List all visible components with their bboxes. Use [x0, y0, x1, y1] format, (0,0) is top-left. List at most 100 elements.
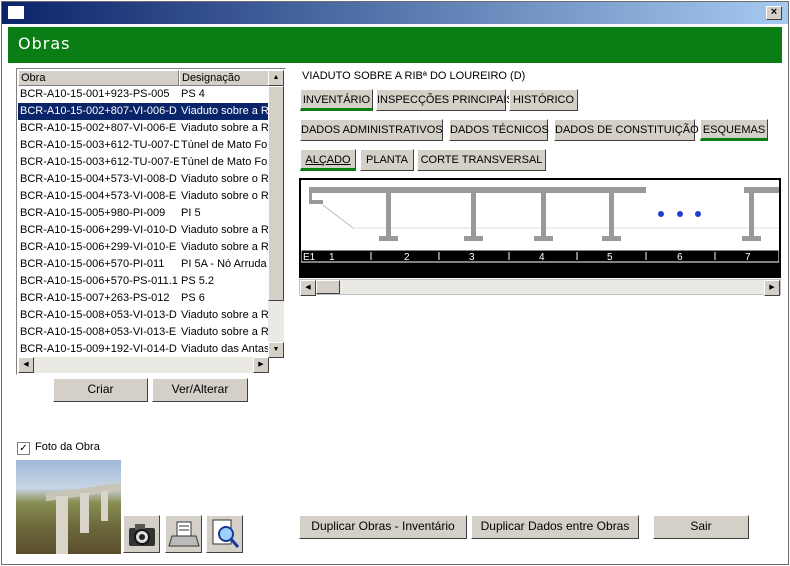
- tab-inspeccoes-principais[interactable]: INSPECÇÕES PRINCIPAIS: [376, 89, 514, 111]
- obras-list[interactable]: Obra Designação BCR-A10-15-001+923-PS-00…: [16, 68, 286, 375]
- list-item-obra: BCR-A10-15-001+923-PS-005: [20, 88, 170, 100]
- foto-checkbox[interactable]: ✓: [17, 442, 30, 455]
- list-item-designacao: PI 5: [181, 207, 201, 219]
- scroll-left-icon[interactable]: ◀: [18, 357, 34, 373]
- list-item-obra: BCR-A10-15-008+053-VI-013-D: [20, 309, 177, 321]
- list-item-obra: BCR-A10-15-002+807-VI-006-E: [20, 122, 177, 134]
- label-span-6: 6: [677, 252, 683, 263]
- scroll-up-icon[interactable]: ▲: [268, 70, 284, 86]
- list-item-designacao: Viaduto das Antas: [181, 343, 269, 355]
- list-item-obra: BCR-A10-15-007+263-PS-012: [20, 292, 170, 304]
- label-span-1: 1: [329, 252, 335, 263]
- page-title: Obras: [18, 34, 71, 53]
- list-item[interactable]: BCR-A10-15-006+570-PS-011.1 PS 5.2: [18, 273, 269, 290]
- duplicar-dados-entre-obras-button[interactable]: Duplicar Dados entre Obras: [471, 515, 639, 539]
- list-item[interactable]: BCR-A10-15-009+192-VI-014-D Viaduto das A…: [18, 341, 269, 358]
- column-header-obra[interactable]: Obra: [18, 70, 179, 86]
- list-item[interactable]: BCR-A10-15-005+980-PI-009 PI 5: [18, 205, 269, 222]
- list-item-designacao: Túnel de Mato Fort: [181, 156, 269, 168]
- scheme-scroll-left-icon[interactable]: ◀: [300, 280, 316, 296]
- list-item-obra: BCR-A10-15-006+299-VI-010-D: [20, 224, 177, 236]
- list-item-designacao: Viaduto sobre o Ri: [181, 190, 269, 202]
- label-span-4: 4: [539, 252, 545, 263]
- list-item-designacao: Viaduto sobre a Ri: [181, 326, 269, 338]
- tab-dados-tecnicos[interactable]: DADOS TÉCNICOS: [449, 119, 549, 141]
- sair-button[interactable]: Sair: [653, 515, 749, 539]
- list-item[interactable]: BCR-A10-15-006+299-VI-010-D Viaduto sobre…: [18, 222, 269, 239]
- obra-title: VIADUTO SOBRE A RIBª DO LOUREIRO (D): [302, 70, 526, 82]
- bridge-elevation-drawing: E1 1 2 3 4 5 6 7: [301, 187, 779, 276]
- list-item-obra: BCR-A10-15-006+570-PI-011: [20, 258, 165, 270]
- list-item-obra: BCR-A10-15-006+570-PS-011.1: [20, 275, 178, 287]
- list-item-designacao: PI 5A - Nó Arruda: [181, 258, 267, 270]
- scheme-horizontal-scrollbar[interactable]: ◀ ▶: [299, 279, 781, 296]
- tab-dados-administrativos[interactable]: DADOS ADMINISTRATIVOS: [300, 119, 443, 141]
- label-span-7: 7: [745, 252, 751, 263]
- tab-corte-transversal[interactable]: CORTE TRANSVERSAL: [417, 149, 546, 171]
- scroll-down-icon[interactable]: ▼: [268, 342, 284, 358]
- list-item[interactable]: BCR-A10-15-004+573-VI-008-E Viaduto sobre…: [18, 188, 269, 205]
- label-span-5: 5: [607, 252, 613, 263]
- tab-dados-de-constituicao[interactable]: DADOS DE CONSTITUIÇÃO: [554, 119, 699, 141]
- list-header: Obra Designação: [18, 70, 269, 86]
- list-item-obra: BCR-A10-15-002+807-VI-006-D: [20, 105, 177, 117]
- magnifier-icon: [212, 519, 240, 548]
- list-item-obra: BCR-A10-15-009+192-VI-014-D: [20, 343, 177, 355]
- list-item-designacao: PS 4: [181, 88, 205, 100]
- column-header-designacao[interactable]: Designação: [179, 70, 269, 86]
- list-item[interactable]: BCR-A10-15-006+570-PI-011 PI 5A - Nó Arru…: [18, 256, 269, 273]
- camera-button[interactable]: [123, 515, 160, 553]
- list-item[interactable]: BCR-A10-15-002+807-VI-006-E Viaduto sobre…: [18, 120, 269, 137]
- preview-button[interactable]: [206, 515, 243, 553]
- scroll-thumb[interactable]: [268, 86, 284, 301]
- title-bar[interactable]: ×: [2, 2, 788, 24]
- list-item[interactable]: BCR-A10-15-001+923-PS-005 PS 4: [18, 86, 269, 103]
- alcado-scheme: E1 1 2 3 4 5 6 7: [299, 178, 781, 278]
- list-item-obra: BCR-A10-15-003+612-TU-007-D: [20, 139, 179, 151]
- criar-button[interactable]: Criar: [53, 378, 148, 402]
- scheme-scroll-right-icon[interactable]: ▶: [764, 280, 780, 296]
- list-item[interactable]: BCR-A10-15-004+573-VI-008-D Viaduto sobre…: [18, 171, 269, 188]
- scroll-right-icon[interactable]: ▶: [253, 357, 269, 373]
- list-item-designacao: Túnel de Mato Fort: [181, 139, 269, 151]
- tab-historico[interactable]: HISTÓRICO: [509, 89, 578, 111]
- list-vertical-scrollbar[interactable]: ▲ ▼: [268, 70, 284, 358]
- ver-alterar-button[interactable]: Ver/Alterar: [152, 378, 248, 402]
- label-span-3: 3: [469, 252, 475, 263]
- duplicar-obras-inventario-button[interactable]: Duplicar Obras - Inventário: [299, 515, 467, 539]
- list-item[interactable]: BCR-A10-15-003+612-TU-007-E Túnel de Mato…: [18, 154, 269, 171]
- close-button[interactable]: ×: [766, 6, 782, 20]
- list-horizontal-scrollbar[interactable]: ◀ ▶: [18, 357, 269, 373]
- list-item[interactable]: BCR-A10-15-008+053-VI-013-E Viaduto sobre…: [18, 324, 269, 341]
- list-item-designacao: Viaduto sobre a Ri: [181, 122, 269, 134]
- list-item[interactable]: BCR-A10-15-008+053-VI-013-D Viaduto sobre…: [18, 307, 269, 324]
- list-item-designacao: Viaduto sobre a Ri: [181, 241, 269, 253]
- list-item[interactable]: BCR-A10-15-006+299-VI-010-E Viaduto sobre…: [18, 239, 269, 256]
- list-item-obra: BCR-A10-15-006+299-VI-010-E: [20, 241, 177, 253]
- list-item-obra: BCR-A10-15-004+573-VI-008-E: [20, 190, 177, 202]
- printer-icon: [168, 521, 200, 547]
- list-item[interactable]: BCR-A10-15-002+807-VI-006-D Viaduto sobre…: [18, 103, 269, 120]
- app-header: Obras: [8, 27, 782, 63]
- list-item[interactable]: BCR-A10-15-003+612-TU-007-D Túnel de Mato…: [18, 137, 269, 154]
- window-icon: [8, 6, 24, 19]
- scheme-scroll-thumb[interactable]: [316, 280, 340, 294]
- list-item-obra: BCR-A10-15-004+573-VI-008-D: [20, 173, 177, 185]
- tab-planta[interactable]: PLANTA: [360, 149, 414, 171]
- label-e1: E1: [303, 252, 316, 263]
- tab-esquemas[interactable]: ESQUEMAS: [700, 119, 768, 141]
- tab-inventario[interactable]: INVENTÁRIO: [300, 89, 373, 111]
- foto-checkbox-label: Foto da Obra: [35, 441, 100, 453]
- print-button[interactable]: [165, 515, 202, 553]
- list-item-designacao: PS 6: [181, 292, 205, 304]
- list-item-designacao: Viaduto sobre o Ri: [181, 173, 269, 185]
- list-item-obra: BCR-A10-15-005+980-PI-009: [20, 207, 166, 219]
- list-item-designacao: PS 5.2: [181, 275, 215, 287]
- list-item-designacao: Viaduto sobre a Ri: [181, 224, 269, 236]
- list-item-designacao: Viaduto sobre a Ri: [181, 309, 269, 321]
- camera-icon: [129, 524, 155, 546]
- list-item[interactable]: BCR-A10-15-007+263-PS-012 PS 6: [18, 290, 269, 307]
- obra-photo: [16, 460, 121, 554]
- list-item-obra: BCR-A10-15-008+053-VI-013-E: [20, 326, 177, 338]
- tab-alcado[interactable]: ALÇADO: [300, 149, 356, 171]
